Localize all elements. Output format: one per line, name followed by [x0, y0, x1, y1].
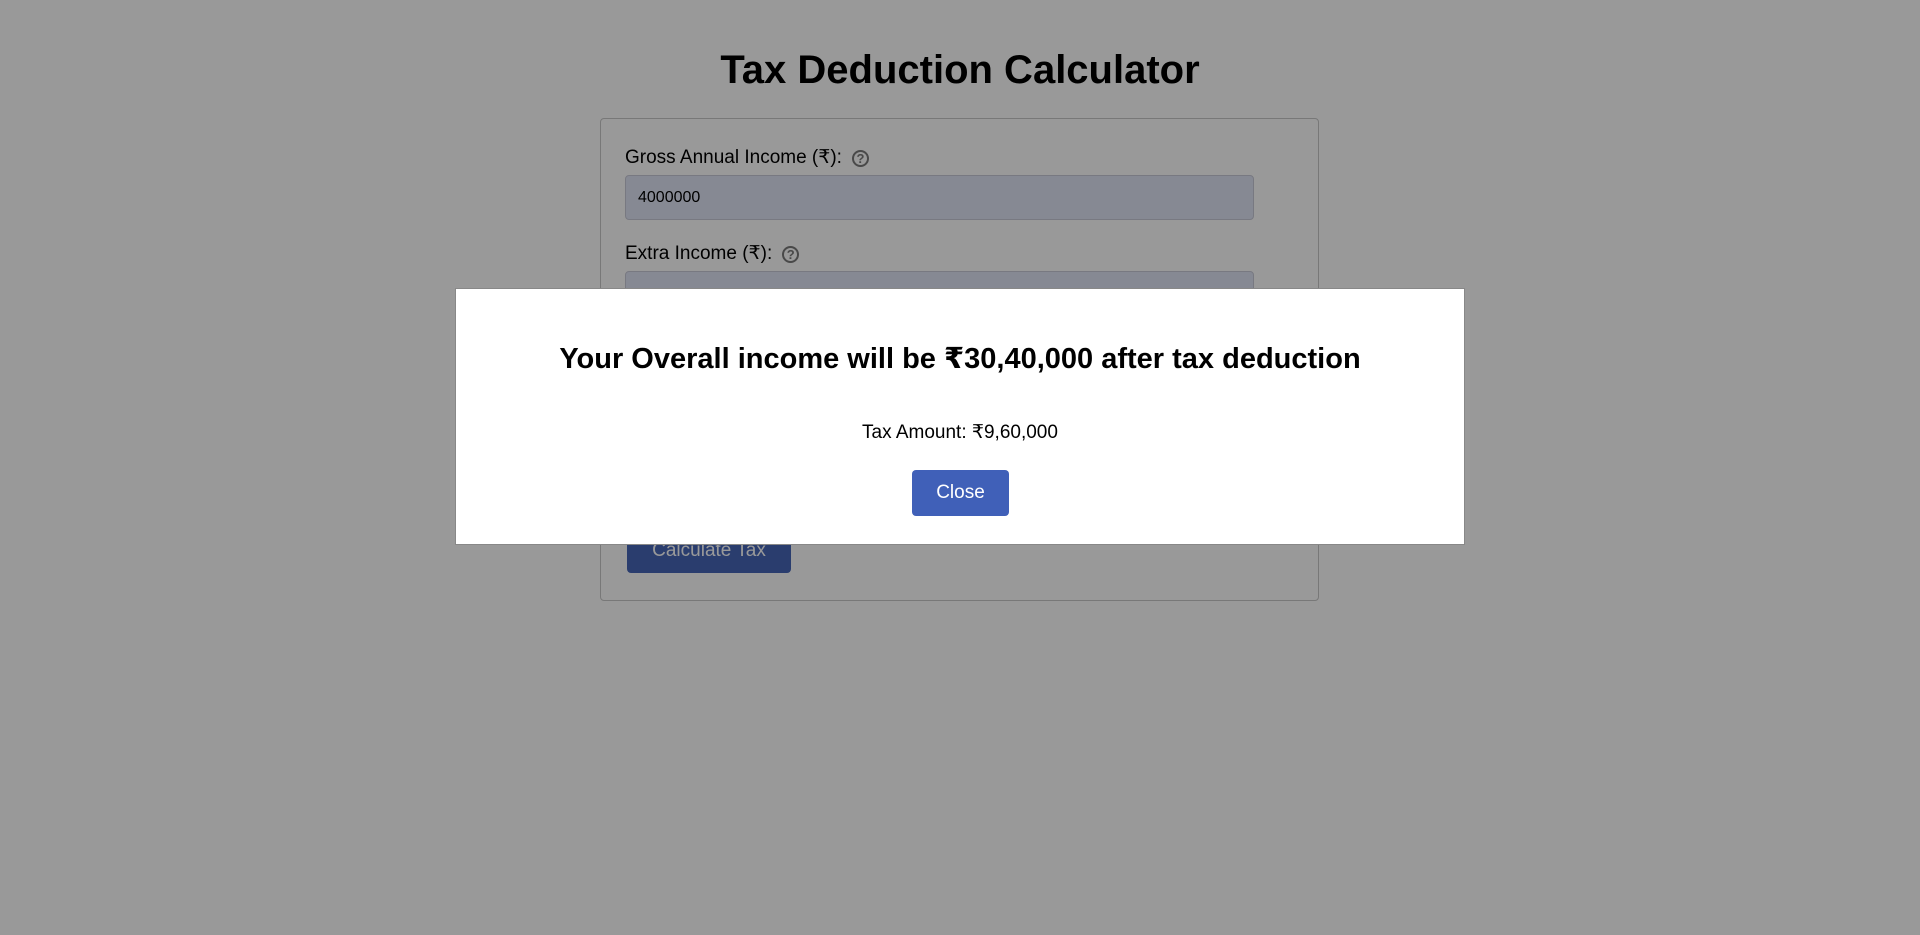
close-button[interactable]: Close — [912, 470, 1009, 516]
page: Tax Deduction Calculator Gross Annual In… — [0, 0, 1920, 935]
tax-amount-text: Tax Amount: ₹9,60,000 — [862, 422, 1058, 443]
result-modal: Your Overall income will be ₹30,40,000 a… — [455, 288, 1465, 545]
modal-heading: Your Overall income will be ₹30,40,000 a… — [559, 343, 1361, 375]
